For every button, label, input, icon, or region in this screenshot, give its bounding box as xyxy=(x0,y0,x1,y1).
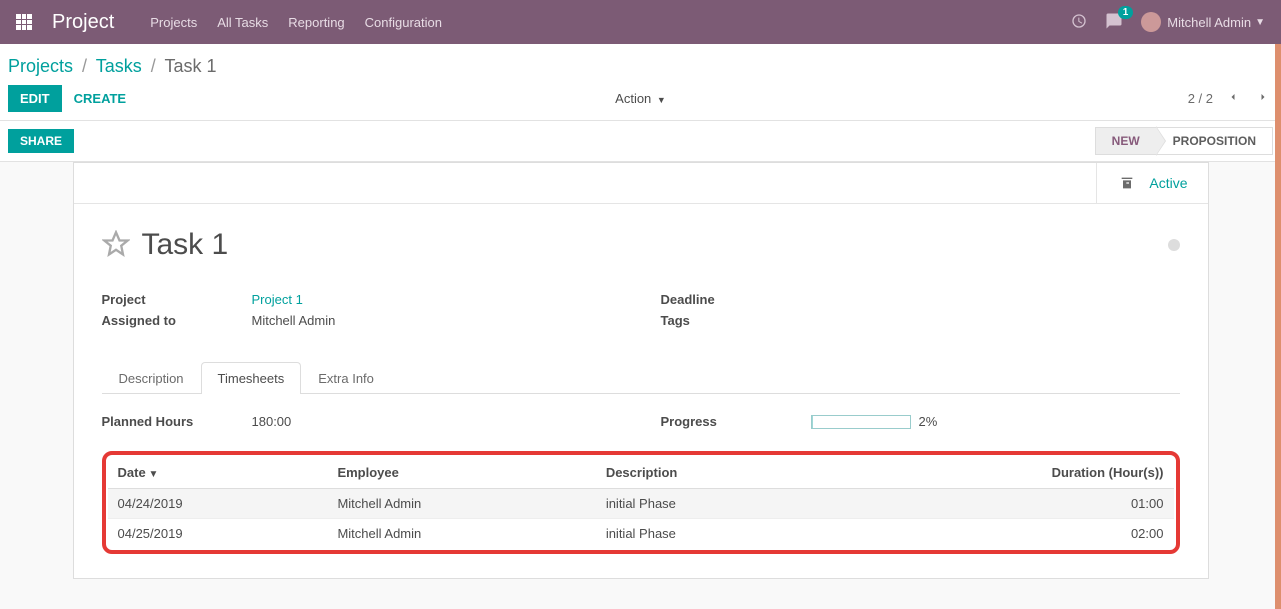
chat-icon[interactable]: 1 xyxy=(1105,12,1123,33)
tab-extra-info[interactable]: Extra Info xyxy=(301,362,391,394)
chat-badge: 1 xyxy=(1118,6,1134,19)
caret-down-icon: ▼ xyxy=(1255,17,1265,28)
pager-prev-icon[interactable] xyxy=(1223,87,1243,110)
share-row: SHARE NEW PROPOSITION xyxy=(0,121,1281,162)
highlight-annotation: Date Employee Description Duration (Hour… xyxy=(102,451,1180,554)
progress-bar xyxy=(811,415,911,429)
app-title: Project xyxy=(52,11,114,34)
nav-item-reporting[interactable]: Reporting xyxy=(288,15,344,30)
active-label: Active xyxy=(1149,175,1187,191)
kanban-state-icon[interactable] xyxy=(1168,239,1180,251)
action-dropdown[interactable]: Action ▼ xyxy=(615,91,666,106)
cell-duration: 01:00 xyxy=(832,489,1173,519)
progress-pct: 2% xyxy=(919,414,938,429)
pager-next-icon[interactable] xyxy=(1253,87,1273,110)
control-area: Projects / Tasks / Task 1 EDIT CREATE Ac… xyxy=(0,44,1281,121)
tags-label: Tags xyxy=(661,313,811,328)
task-title: Task 1 xyxy=(142,228,1156,262)
status-new[interactable]: NEW xyxy=(1095,127,1156,155)
active-toggle[interactable]: Active xyxy=(1096,163,1207,203)
cell-description: initial Phase xyxy=(596,519,833,549)
cell-description: initial Phase xyxy=(596,489,833,519)
create-button[interactable]: CREATE xyxy=(62,85,138,112)
status-bar: NEW PROPOSITION xyxy=(1095,127,1273,155)
col-employee[interactable]: Employee xyxy=(327,457,595,489)
tab-description[interactable]: Description xyxy=(102,362,201,394)
breadcrumb: Projects / Tasks / Task 1 xyxy=(8,52,1273,85)
edit-button[interactable]: EDIT xyxy=(8,85,62,112)
col-duration[interactable]: Duration (Hour(s)) xyxy=(832,457,1173,489)
cell-date: 04/25/2019 xyxy=(108,519,328,549)
avatar xyxy=(1141,12,1161,32)
star-icon[interactable] xyxy=(102,230,130,261)
cell-date: 04/24/2019 xyxy=(108,489,328,519)
breadcrumb-tasks[interactable]: Tasks xyxy=(96,56,142,76)
user-menu[interactable]: Mitchell Admin ▼ xyxy=(1141,12,1265,32)
assigned-label: Assigned to xyxy=(102,313,252,328)
pager-text: 2 / 2 xyxy=(1188,91,1213,106)
nav-item-all-tasks[interactable]: All Tasks xyxy=(217,15,268,30)
col-description[interactable]: Description xyxy=(596,457,833,489)
scroll-indicator xyxy=(1275,44,1281,609)
assigned-value: Mitchell Admin xyxy=(252,313,336,328)
deadline-label: Deadline xyxy=(661,292,811,307)
status-proposition[interactable]: PROPOSITION xyxy=(1156,127,1273,155)
cell-employee: Mitchell Admin xyxy=(327,519,595,549)
planned-hours-label: Planned Hours xyxy=(102,414,252,429)
clock-icon[interactable] xyxy=(1071,13,1087,32)
pager: 2 / 2 xyxy=(1188,87,1273,110)
top-navbar: Project Projects All Tasks Reporting Con… xyxy=(0,0,1281,44)
tabs: Description Timesheets Extra Info xyxy=(102,362,1180,394)
user-name: Mitchell Admin xyxy=(1167,15,1251,30)
share-button[interactable]: SHARE xyxy=(8,129,74,153)
project-label: Project xyxy=(102,292,252,307)
tab-timesheets[interactable]: Timesheets xyxy=(201,362,302,394)
table-row[interactable]: 04/24/2019 Mitchell Admin initial Phase … xyxy=(108,489,1174,519)
nav-item-configuration[interactable]: Configuration xyxy=(365,15,442,30)
form-sheet: Active Task 1 Project Project 1 Assig xyxy=(73,162,1209,579)
col-date[interactable]: Date xyxy=(108,457,328,489)
breadcrumb-current: Task 1 xyxy=(164,56,216,76)
breadcrumb-projects[interactable]: Projects xyxy=(8,56,73,76)
planned-hours-value: 180:00 xyxy=(252,414,292,429)
breadcrumb-sep: / xyxy=(151,56,156,76)
breadcrumb-sep: / xyxy=(82,56,87,76)
archive-icon xyxy=(1117,175,1137,191)
caret-down-icon: ▼ xyxy=(657,95,666,105)
apps-icon[interactable] xyxy=(16,14,32,30)
project-link[interactable]: Project 1 xyxy=(252,292,303,307)
progress-label: Progress xyxy=(661,414,811,429)
nav-menu: Projects All Tasks Reporting Configurati… xyxy=(150,15,1071,30)
cell-duration: 02:00 xyxy=(832,519,1173,549)
table-row[interactable]: 04/25/2019 Mitchell Admin initial Phase … xyxy=(108,519,1174,549)
nav-item-projects[interactable]: Projects xyxy=(150,15,197,30)
cell-employee: Mitchell Admin xyxy=(327,489,595,519)
timesheet-table: Date Employee Description Duration (Hour… xyxy=(108,457,1174,548)
